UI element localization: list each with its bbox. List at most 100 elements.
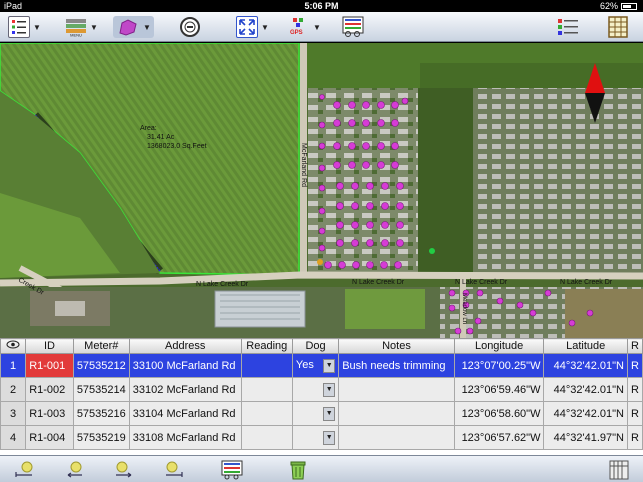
cell-dog[interactable]: ▼ <box>291 377 340 402</box>
cell-reading[interactable] <box>240 377 293 402</box>
svg-text:MENU: MENU <box>70 33 82 38</box>
cell-meter[interactable]: 57535219 <box>72 425 130 450</box>
cell-r[interactable]: R <box>626 353 643 378</box>
cell-address[interactable]: 33100 McFarland Rd <box>128 353 242 378</box>
layers-menu-button[interactable]: MENU ▼ <box>65 16 98 38</box>
row-number: 1 <box>0 353 27 378</box>
chevron-down-icon: ▼ <box>143 22 151 32</box>
cell-meter[interactable]: 57535216 <box>72 401 130 426</box>
map-settings-button[interactable] <box>342 16 364 38</box>
cell-meter[interactable]: 57535212 <box>72 353 130 378</box>
column-header-dog[interactable]: Dog <box>291 338 340 354</box>
table-row[interactable]: 4 R1-004 57535219 33108 McFarland Rd ▼ 1… <box>0 425 643 450</box>
first-record-button[interactable] <box>14 460 34 478</box>
cell-r[interactable]: R <box>626 425 643 450</box>
cell-reading[interactable] <box>240 425 293 450</box>
road-label: Meadow Ln <box>461 293 467 324</box>
list-menu-button[interactable]: ▼ <box>8 16 41 38</box>
cell-id[interactable]: R1-001 <box>25 353 74 378</box>
cell-latitude[interactable]: 44°32'42.01"N <box>543 377 628 402</box>
fullscreen-icon <box>236 16 258 38</box>
cell-longitude[interactable]: 123°06'57.62"W <box>453 425 545 450</box>
cell-id[interactable]: R1-002 <box>25 377 74 402</box>
cell-notes[interactable] <box>338 425 455 450</box>
cell-notes[interactable] <box>338 377 455 402</box>
column-header-latitude[interactable]: Latitude <box>543 338 628 354</box>
cell-notes[interactable] <box>338 401 455 426</box>
cell-address[interactable]: 33104 McFarland Rd <box>128 401 242 426</box>
row-number: 4 <box>0 425 27 450</box>
cell-r[interactable]: R <box>626 401 643 426</box>
selected-marker[interactable] <box>317 259 323 265</box>
chevron-down-icon: ▼ <box>90 22 98 32</box>
cell-r[interactable]: R <box>626 377 643 402</box>
dropdown-arrow-icon[interactable]: ▼ <box>323 382 336 397</box>
cell-meter[interactable]: 57535214 <box>72 377 130 402</box>
gps-button[interactable]: GPS ▼ <box>290 16 321 38</box>
map-settings-icon <box>342 16 364 37</box>
last-record-icon <box>166 461 183 477</box>
row-number: 3 <box>0 401 27 426</box>
cell-address[interactable]: 33108 McFarland Rd <box>128 425 242 450</box>
map-settings-button[interactable] <box>221 460 243 480</box>
cell-longitude[interactable]: 123°06'59.46"W <box>453 377 545 402</box>
cell-address[interactable]: 33102 McFarland Rd <box>128 377 242 402</box>
dropdown-arrow-icon[interactable]: ▼ <box>323 358 336 373</box>
list-icon <box>8 16 30 38</box>
attribute-table[interactable]: ID Meter# Address Reading Dog Notes Long… <box>0 338 643 455</box>
column-header-meter[interactable]: Meter# <box>72 338 130 354</box>
cell-reading[interactable] <box>240 401 293 426</box>
table-row[interactable]: 3 R1-003 57535216 33104 McFarland Rd ▼ 1… <box>0 401 643 426</box>
column-header-notes[interactable]: Notes <box>338 338 455 354</box>
meter-table: ID Meter# Address Reading Dog Notes Long… <box>0 338 643 450</box>
map-view[interactable]: Area: 31.41 Ac 1368023.0 Sq.Feet N Lake … <box>0 43 643 338</box>
compass-button[interactable] <box>179 16 201 38</box>
chevron-down-icon: ▼ <box>33 22 41 32</box>
column-header-longitude[interactable]: Longitude <box>453 338 545 354</box>
table-header-row: ID Meter# Address Reading Dog Notes Long… <box>0 338 643 354</box>
table-row[interactable]: 1 R1-001 57535212 33100 McFarland Rd Yes… <box>0 353 643 378</box>
cell-id[interactable]: R1-003 <box>25 401 74 426</box>
cell-dog[interactable]: ▼ <box>291 401 340 426</box>
cell-dog[interactable]: ▼ <box>291 425 340 450</box>
table-toggle-button[interactable] <box>609 460 629 480</box>
bottom-toolbar <box>0 455 643 482</box>
visibility-column-header[interactable] <box>0 338 27 354</box>
delete-button[interactable] <box>289 460 309 480</box>
chevron-down-icon: ▼ <box>313 22 321 32</box>
cell-latitude[interactable]: 44°32'41.97"N <box>543 425 628 450</box>
next-record-icon <box>116 461 132 478</box>
column-header-address[interactable]: Address <box>128 338 242 354</box>
cell-longitude[interactable]: 123°06'58.60"W <box>453 401 545 426</box>
shape-icon <box>119 19 137 36</box>
cell-latitude[interactable]: 44°32'42.01"N <box>543 401 628 426</box>
row-number: 2 <box>0 377 27 402</box>
column-header-reading[interactable]: Reading <box>240 338 293 354</box>
layers-icon: MENU <box>66 19 86 38</box>
table-view-button[interactable] <box>608 16 628 38</box>
column-header-id[interactable]: ID <box>25 338 74 354</box>
last-record-button[interactable] <box>163 460 183 478</box>
shape-menu-button[interactable]: ▼ <box>113 16 154 38</box>
cell-latitude[interactable]: 44°32'42.01"N <box>543 353 628 378</box>
dropdown-arrow-icon[interactable]: ▼ <box>323 430 336 445</box>
dropdown-arrow-icon[interactable]: ▼ <box>323 406 336 421</box>
clock: 5:06 PM <box>304 1 339 11</box>
next-record-button[interactable] <box>113 460 133 478</box>
status-bar: iPad 5:06 PM 62% <box>0 0 643 12</box>
table-row[interactable]: 2 R1-002 57535214 33102 McFarland Rd ▼ 1… <box>0 377 643 402</box>
column-header-r[interactable]: R <box>626 338 643 354</box>
map-settings-icon <box>221 460 243 480</box>
previous-record-button[interactable] <box>64 460 84 478</box>
cell-id[interactable]: R1-004 <box>25 425 74 450</box>
cell-dog[interactable]: Yes ▼ <box>291 353 340 378</box>
road-label: N Lake Creek Dr <box>352 279 405 286</box>
cell-reading[interactable] <box>240 353 293 378</box>
satellite-map[interactable]: Area: 31.41 Ac 1368023.0 Sq.Feet N Lake … <box>0 43 643 338</box>
cell-notes[interactable]: Bush needs trimming <box>338 353 455 378</box>
road-label: McFarland Rd <box>300 143 307 187</box>
top-toolbar: ▼ MENU ▼ ▼ ▼ GPS ▼ <box>0 12 643 42</box>
cell-longitude[interactable]: 123°07'00.25"W <box>453 353 545 378</box>
fullscreen-button[interactable]: ▼ <box>236 16 269 38</box>
legend-button[interactable] <box>557 16 581 38</box>
